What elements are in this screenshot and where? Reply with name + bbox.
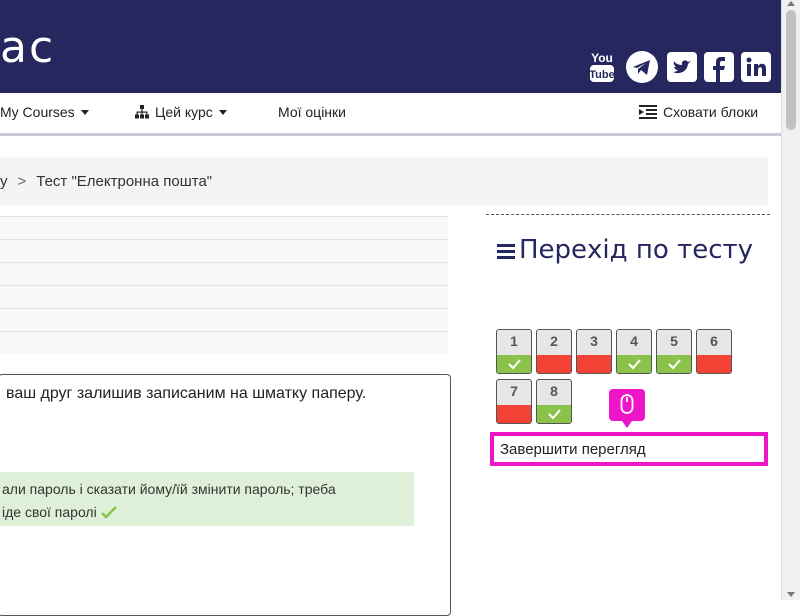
- quiz-nav-button-7[interactable]: 7: [496, 379, 532, 424]
- table-row-divider: [0, 308, 448, 309]
- telegram-icon[interactable]: [625, 50, 659, 84]
- quiz-nav-number: 2: [550, 333, 558, 349]
- chevron-down-icon: [80, 109, 89, 115]
- quiz-navigation-title-text: Перехід по тесту: [519, 235, 754, 265]
- status-correct: [537, 405, 571, 423]
- youtube-icon[interactable]: You Tube: [589, 50, 615, 84]
- quiz-navigation-title: Перехід по тесту: [497, 228, 757, 272]
- twitter-icon[interactable]: [667, 50, 697, 84]
- quiz-nav-number: 7: [510, 383, 518, 399]
- quiz-nav-number: 1: [510, 333, 518, 349]
- mouse-click-marker: [609, 389, 645, 428]
- answer-line-1: али пароль і сказати йому/їй змінити пар…: [2, 481, 336, 497]
- checkmark-icon: [668, 359, 681, 370]
- block-divider: [486, 214, 770, 215]
- nav-my-grades-label: Мої оцінки: [278, 104, 346, 120]
- quiz-nav-number: 3: [590, 333, 598, 349]
- mouse-icon: [620, 394, 634, 414]
- breadcrumb: у > Тест "Електронна пошта": [0, 157, 768, 205]
- quiz-nav-number: 4: [630, 333, 638, 349]
- hide-blocks-label: Сховати блоки: [663, 104, 759, 120]
- quiz-nav-button-8[interactable]: 8: [536, 379, 572, 424]
- sitemap-icon: [135, 105, 149, 119]
- breadcrumb-separator: >: [17, 172, 27, 190]
- breadcrumb-current: Тест "Електронна пошта": [36, 172, 213, 190]
- answer-line-2-wrap: іде свої паролі: [2, 504, 117, 520]
- status-correct: [497, 355, 531, 373]
- checkmark-icon: [508, 359, 521, 370]
- nav-this-course-label: Цей курс: [155, 104, 213, 120]
- quiz-nav-number: 5: [670, 333, 678, 349]
- table-row-divider: [0, 239, 448, 240]
- hamburger-icon: [497, 243, 515, 259]
- status-incorrect: [537, 355, 571, 373]
- hide-blocks-button[interactable]: Сховати блоки: [639, 104, 758, 120]
- quiz-nav-button-4[interactable]: 4: [616, 329, 652, 374]
- quiz-nav-number: 6: [710, 333, 718, 349]
- status-correct: [617, 355, 651, 373]
- quiz-nav-button-6[interactable]: 6: [696, 329, 732, 374]
- svg-text:You: You: [591, 51, 613, 65]
- nav-my-courses-label: My Courses: [0, 104, 75, 120]
- status-incorrect: [697, 355, 731, 373]
- status-incorrect: [577, 355, 611, 373]
- table-row-divider: [0, 262, 448, 263]
- quiz-summary-table: [0, 216, 448, 354]
- question-text: ваш друг залишив записаним на шматку пап…: [6, 385, 367, 402]
- linkedin-icon[interactable]: [741, 50, 771, 84]
- quiz-nav-button-5[interactable]: 5: [656, 329, 692, 374]
- quiz-nav-number: 8: [550, 383, 558, 399]
- svg-text:Tube: Tube: [589, 69, 614, 81]
- scrollbar-thumb[interactable]: [786, 10, 796, 130]
- correct-answer-feedback: али пароль і сказати йому/їй змінити пар…: [0, 472, 414, 526]
- quiz-nav-button-2[interactable]: 2: [536, 329, 572, 374]
- site-header: ас You Tube: [0, 0, 782, 93]
- checkmark-icon: [100, 506, 117, 519]
- vertical-scrollbar[interactable]: [781, 0, 800, 600]
- facebook-icon[interactable]: [704, 50, 734, 84]
- site-logo[interactable]: ас: [0, 22, 55, 73]
- breadcrumb-parent-link[interactable]: у: [0, 173, 8, 190]
- status-correct: [657, 355, 691, 373]
- checkmark-icon: [548, 409, 561, 420]
- table-row-divider: [0, 285, 448, 286]
- collapse-blocks-icon: [639, 105, 657, 119]
- quiz-nav-button-3[interactable]: 3: [576, 329, 612, 374]
- nav-this-course[interactable]: Цей курс: [135, 104, 227, 120]
- table-row-divider: [0, 216, 448, 217]
- checkmark-icon: [628, 359, 641, 370]
- scroll-up-arrow-icon[interactable]: [787, 1, 795, 6]
- finish-review-highlight: Завершити перегляд: [490, 432, 768, 466]
- answer-line-2: іде свої паролі: [2, 504, 97, 520]
- table-row-divider: [0, 331, 448, 332]
- chevron-down-icon: [218, 109, 227, 115]
- scroll-down-arrow-icon[interactable]: [787, 592, 795, 597]
- finish-review-link[interactable]: Завершити перегляд: [500, 441, 646, 458]
- main-navbar: My Courses Цей курс Мої оцінки Сховати б…: [0, 93, 782, 136]
- nav-my-courses[interactable]: My Courses: [0, 104, 89, 120]
- status-incorrect: [497, 405, 531, 423]
- quiz-nav-button-1[interactable]: 1: [496, 329, 532, 374]
- nav-my-grades[interactable]: Мої оцінки: [278, 104, 346, 120]
